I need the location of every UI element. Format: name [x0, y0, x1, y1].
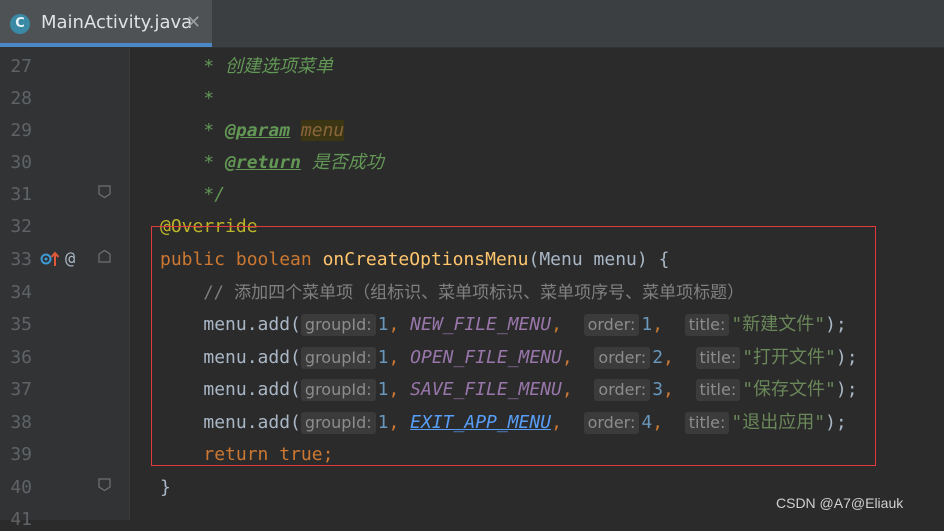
- code-line-30: * @return 是否成功: [203, 152, 384, 173]
- code-line-29: * @param menu: [203, 120, 345, 141]
- watermark: CSDN @A7@Eliauk: [776, 495, 904, 511]
- line-number: 40: [10, 477, 32, 498]
- fold-end-icon[interactable]: [97, 184, 112, 199]
- fold-end-icon[interactable]: [97, 477, 112, 492]
- line-number: 34: [10, 282, 32, 303]
- code-line-40: }: [160, 477, 171, 498]
- line-number: 29: [10, 120, 32, 141]
- tab-title: MainActivity.java: [41, 12, 193, 33]
- annotation-marker-icon[interactable]: @: [65, 248, 75, 270]
- fold-start-icon[interactable]: [97, 249, 112, 264]
- line-number: 27: [10, 56, 32, 77]
- tab-mainactivity[interactable]: C MainActivity.java ✕: [0, 0, 212, 47]
- line-number: 32: [10, 216, 32, 237]
- line-number: 36: [10, 347, 32, 368]
- java-class-icon: C: [10, 14, 30, 34]
- line-number: 39: [10, 444, 32, 465]
- code-line-31: */: [203, 184, 226, 205]
- code-line-28: *: [203, 88, 215, 109]
- highlight-box: [151, 226, 876, 466]
- code-line-27: * 创建选项菜单: [203, 56, 334, 77]
- line-number: 30: [10, 152, 32, 173]
- line-number: 38: [10, 412, 32, 433]
- line-number: 41: [10, 509, 32, 530]
- line-number: 28: [10, 88, 32, 109]
- active-tab-indicator: [0, 43, 212, 47]
- close-icon[interactable]: ✕: [186, 12, 201, 33]
- line-number: 37: [10, 379, 32, 400]
- line-number: 33: [10, 249, 32, 270]
- override-up-arrow-icon[interactable]: [40, 250, 60, 268]
- line-number: 31: [10, 184, 32, 205]
- line-number: 35: [10, 314, 32, 335]
- editor-tab-bar: C MainActivity.java ✕: [0, 0, 944, 48]
